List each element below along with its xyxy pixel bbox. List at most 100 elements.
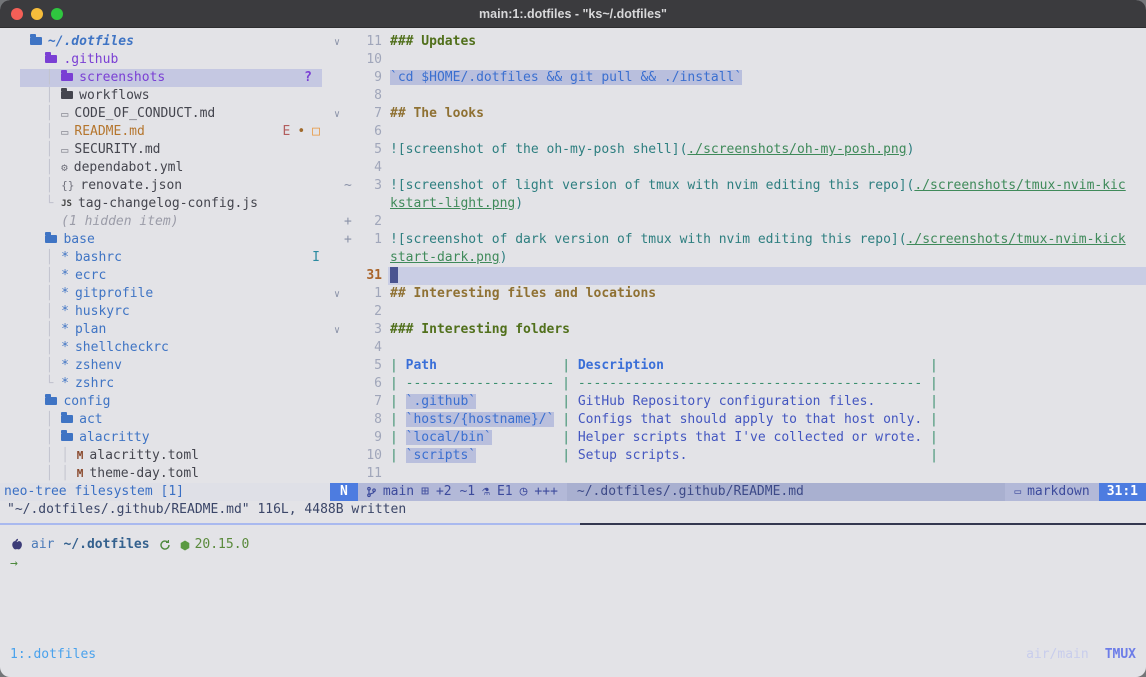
js-icon: JS bbox=[61, 195, 72, 213]
editor-line[interactable]: 10| `scripts` | Setup scripts. | bbox=[330, 447, 1146, 465]
indent-guides: │ bbox=[22, 141, 61, 159]
editor-line[interactable]: 9`cd $HOME/.dotfiles && git pull && ./in… bbox=[330, 69, 1146, 87]
tree-item-bashrc[interactable]: │ *bashrcI bbox=[0, 249, 330, 267]
line-number: 6 bbox=[330, 123, 382, 141]
editor-line[interactable]: 2 bbox=[330, 303, 1146, 321]
segment-code: `cd $HOME/.dotfiles && git pull && ./ins… bbox=[390, 70, 742, 85]
tree-item-screenshots[interactable]: │ screenshots? bbox=[20, 69, 322, 87]
tree-item-gitprofile[interactable]: │ *gitprofile bbox=[0, 285, 330, 303]
segment-pipe: | bbox=[390, 394, 406, 409]
editor-pane[interactable]: ∨11### Updates109`cd $HOME/.dotfiles && … bbox=[330, 28, 1146, 483]
segment-link: ./screenshots/tmux-nvim-kic bbox=[914, 178, 1125, 193]
editor-line[interactable]: 5| Path | Description | bbox=[330, 357, 1146, 375]
editor-line[interactable]: 8| `hosts/{hostname}/` | Configs that sh… bbox=[330, 411, 1146, 429]
window-title: main:1:.dotfiles - "ks~/.dotfiles" bbox=[479, 7, 667, 21]
segment-link: ./screenshots/oh-my-posh.png bbox=[687, 142, 906, 157]
minimize-button[interactable] bbox=[31, 8, 43, 20]
cursor bbox=[390, 267, 398, 283]
tree-item-tag-changelog-config-js[interactable]: └ JStag-changelog-config.js bbox=[0, 195, 330, 213]
tree-item-label: screenshots bbox=[79, 69, 165, 87]
tree-item-alacritty-toml[interactable]: │ │ Malacritty.toml bbox=[0, 447, 330, 465]
editor-line[interactable]: 6| ------------------- | ---------------… bbox=[330, 375, 1146, 393]
tree-item-label: shellcheckrc bbox=[75, 339, 169, 357]
tree-item-alacritty[interactable]: │ alacritty bbox=[0, 429, 330, 447]
prompt-input-line[interactable]: → bbox=[10, 555, 18, 573]
tree-item-readme-md[interactable]: │ ▭README.mdE•□ bbox=[0, 123, 330, 141]
segment-h3: ### Updates bbox=[390, 34, 476, 49]
tree-item-plan[interactable]: │ *plan bbox=[0, 321, 330, 339]
editor-line[interactable]: ∨1## Interesting files and locations bbox=[330, 285, 1146, 303]
editor-line[interactable]: start-dark.png) bbox=[330, 249, 1146, 267]
editor-line[interactable]: ~3![screenshot of light version of tmux … bbox=[330, 177, 1146, 195]
tree-item-config[interactable]: config bbox=[0, 393, 330, 411]
tree-item-act[interactable]: │ act bbox=[0, 411, 330, 429]
editor-line[interactable]: 5![screenshot of the oh-my-posh shell](.… bbox=[330, 141, 1146, 159]
line-text: | `hosts/{hostname}/` | Configs that sho… bbox=[388, 411, 1146, 429]
tree-item-1-hidden-item[interactable]: (1 hidden item) bbox=[0, 213, 330, 231]
editor-line[interactable]: 7| `.github` | GitHub Repository configu… bbox=[330, 393, 1146, 411]
tree-item-workflows[interactable]: │ workflows bbox=[0, 87, 330, 105]
folder-icon bbox=[45, 55, 57, 63]
editor-line[interactable]: ∨11### Updates bbox=[330, 33, 1146, 51]
tree-item-zshenv[interactable]: │ *zshenv bbox=[0, 357, 330, 375]
tree-item-theme-day-toml[interactable]: │ │ Mtheme-day.toml bbox=[0, 465, 330, 483]
line-number: 5 bbox=[330, 357, 382, 375]
tree-item-huskyrc[interactable]: │ *huskyrc bbox=[0, 303, 330, 321]
star-icon: * bbox=[61, 357, 69, 375]
close-button[interactable] bbox=[11, 8, 23, 20]
tree-item-dotfiles[interactable]: ~/.dotfiles bbox=[0, 33, 330, 51]
line-number: 4 bbox=[330, 339, 382, 357]
maximize-button[interactable] bbox=[51, 8, 63, 20]
line-text bbox=[388, 159, 1146, 177]
line-number: 3 bbox=[330, 321, 382, 339]
indent-guides bbox=[22, 393, 45, 411]
node-version-segment: 20.15.0 bbox=[180, 536, 250, 554]
line-text: | `.github` | GitHub Repository configur… bbox=[388, 393, 1146, 411]
tree-item-shellcheckrc[interactable]: │ *shellcheckrc bbox=[0, 339, 330, 357]
editor-line[interactable]: 11 bbox=[330, 465, 1146, 483]
segment-img: ) bbox=[515, 196, 523, 211]
editor-line[interactable]: 31 bbox=[330, 267, 1146, 285]
line-text bbox=[388, 303, 1146, 321]
markdown-icon: ▭ bbox=[1014, 483, 1021, 501]
tmux-pane-separator[interactable] bbox=[580, 523, 1146, 525]
editor-line[interactable]: 9| `local/bin` | Helper scripts that I'v… bbox=[330, 429, 1146, 447]
neo-tree-statusline: neo-tree filesystem [1] bbox=[0, 483, 330, 501]
apple-icon bbox=[10, 538, 22, 552]
node-version: 20.15.0 bbox=[195, 536, 250, 554]
editor-line[interactable]: ∨3### Interesting folders bbox=[330, 321, 1146, 339]
tree-item-ecrc[interactable]: │ *ecrc bbox=[0, 267, 330, 285]
diagnostics-icon: ⚗ bbox=[482, 483, 490, 501]
git-status-segment: main ⊞ +2 ~1 ⚗ E1 ◷ +++ bbox=[358, 483, 567, 501]
tree-item-github[interactable]: .github bbox=[0, 51, 330, 69]
editor-line[interactable]: +1![screenshot of dark version of tmux w… bbox=[330, 231, 1146, 249]
tree-item-base[interactable]: base bbox=[0, 231, 330, 249]
tree-item-zshrc[interactable]: └ *zshrc bbox=[0, 375, 330, 393]
adornment: ? bbox=[304, 69, 312, 87]
tree-item-renovate-json[interactable]: │ {}renovate.json bbox=[0, 177, 330, 195]
editor-line[interactable]: 8 bbox=[330, 87, 1146, 105]
line-number: 11 bbox=[330, 33, 382, 51]
editor-line[interactable]: 6 bbox=[330, 123, 1146, 141]
editor-line[interactable]: kstart-light.png) bbox=[330, 195, 1146, 213]
prompt-host: air bbox=[31, 536, 54, 554]
star-icon: * bbox=[61, 375, 69, 393]
editor-line[interactable]: ∨7## The looks bbox=[330, 105, 1146, 123]
tmux-window-label[interactable]: 1:.dotfiles bbox=[0, 646, 96, 664]
segment-pipe: | bbox=[390, 430, 406, 445]
line-number: 9 bbox=[330, 429, 382, 447]
tree-item-dependabot-yml[interactable]: │ ⚙dependabot.yml bbox=[0, 159, 330, 177]
tree-item-code-of-conduct-md[interactable]: │ ▭CODE_OF_CONDUCT.md bbox=[0, 105, 330, 123]
editor-line[interactable]: 10 bbox=[330, 51, 1146, 69]
mode-indicator: N bbox=[330, 483, 358, 501]
adornment: □ bbox=[312, 123, 320, 141]
tree-item-security-md[interactable]: │ ▭SECURITY.md bbox=[0, 141, 330, 159]
editor-line[interactable]: +2 bbox=[330, 213, 1146, 231]
line-number: 1 bbox=[330, 285, 382, 303]
editor-line[interactable]: 4 bbox=[330, 159, 1146, 177]
tree-item-label: README.md bbox=[74, 123, 144, 141]
tree-item-label: ~/.dotfiles bbox=[48, 33, 134, 51]
tmux-pane-separator-active[interactable] bbox=[0, 523, 580, 525]
editor-line[interactable]: 4 bbox=[330, 339, 1146, 357]
indent-guides: │ bbox=[22, 123, 61, 141]
